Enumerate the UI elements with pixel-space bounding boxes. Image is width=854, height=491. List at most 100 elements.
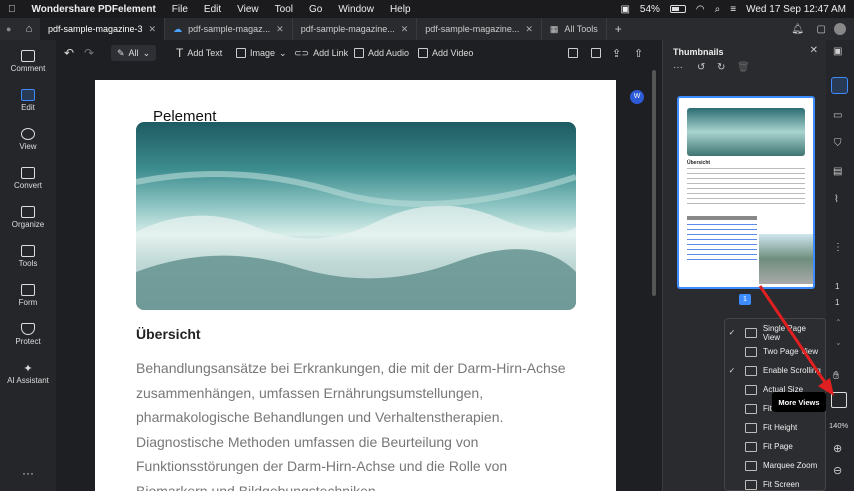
all-label: All [128, 48, 139, 58]
avatar[interactable] [834, 23, 846, 35]
thumb-text [687, 168, 805, 208]
rail-comment[interactable]: Comment [0, 50, 56, 73]
share-icon[interactable]: ⇪ [612, 45, 621, 61]
window-dots-icon[interactable]: ● [6, 24, 18, 34]
ai-badge-icon[interactable]: W [630, 90, 644, 104]
page-current[interactable]: 1 [835, 282, 839, 291]
rail-view[interactable]: View [0, 128, 56, 151]
form-panel-icon[interactable]: ▤ [833, 166, 842, 177]
page-thumbnail[interactable]: Übersicht [677, 96, 815, 289]
rotate-right-icon[interactable]: ↻ [717, 62, 725, 73]
status-icon[interactable]: ▣ [620, 4, 629, 15]
tab-all-tools[interactable]: ▦ All Tools [542, 18, 607, 40]
ai-chat-icon[interactable]: ▣ [833, 46, 842, 57]
upload-icon[interactable]: ⇧ [634, 45, 643, 61]
save-icon[interactable]: ▢ [817, 24, 826, 35]
save-icon[interactable] [568, 45, 578, 61]
rotate-left-icon[interactable]: ↺ [697, 62, 705, 73]
select-all-dropdown[interactable]: ✎ All ⌄ [111, 45, 157, 61]
menu-label: Fit Screen [763, 480, 800, 489]
menu-single-page-view[interactable]: ✓ Single Page View [725, 323, 825, 342]
add-link-button[interactable]: ⊂⊃ Add Link [294, 45, 348, 61]
attachment-icon[interactable]: ⌇ [834, 194, 839, 205]
print-icon[interactable] [591, 45, 601, 61]
chevron-up-icon[interactable]: ⌃ [835, 318, 842, 327]
rail-protect[interactable]: Protect [0, 323, 56, 346]
comment-panel-icon[interactable]: ▭ [833, 110, 842, 121]
menu-label: Marquee Zoom [763, 461, 818, 470]
trash-icon[interactable]: 🗑︎ [737, 62, 750, 73]
add-text-button[interactable]: T Add Text [176, 45, 222, 61]
chevron-down-icon[interactable]: ⌄ [835, 338, 842, 347]
section-title[interactable]: Übersicht [136, 326, 201, 342]
close-icon[interactable]: ✕ [810, 45, 818, 56]
thumbnails-title: Thumbnails [673, 47, 724, 57]
zoom-out-icon[interactable]: ⊖ [833, 464, 842, 477]
tab-pdf-1[interactable]: pdf-sample-magazine-3 ✕ [40, 18, 166, 40]
tab-pdf-4[interactable]: pdf-sample-magazine... ✕ [417, 18, 542, 40]
wifi-icon[interactable]: ◠ [696, 4, 705, 15]
add-audio-button[interactable]: Add Audio [354, 45, 409, 61]
more-views-icon[interactable] [831, 392, 847, 408]
paragraph[interactable]: Behandlungsansätze bei Erkrankungen, die… [136, 356, 606, 491]
zoom-level[interactable]: 140% [829, 421, 848, 430]
menu-marquee-zoom[interactable]: Marquee Zoom [725, 456, 825, 475]
rail-edit[interactable]: Edit [0, 89, 56, 112]
zoom-in-icon[interactable]: ⊕ [833, 442, 842, 455]
thumbnails-panel-icon[interactable] [831, 77, 848, 94]
rail-form[interactable]: Form [0, 284, 56, 307]
image-button[interactable]: Image ⌄ [236, 45, 287, 61]
rail-organize[interactable]: Organize [0, 206, 56, 229]
menu-label: Fit Page [763, 442, 793, 451]
rail-ai-assistant[interactable]: ✦ AI Assistant [0, 362, 56, 385]
wave-image[interactable] [136, 122, 576, 310]
menu-fit-height[interactable]: Fit Height [725, 418, 825, 437]
apple-icon[interactable]:  [0, 4, 24, 15]
menu-fit-screen[interactable]: Fit Screen [725, 475, 825, 491]
menu-help[interactable]: Help [382, 4, 419, 15]
close-icon[interactable]: ✕ [149, 24, 157, 35]
new-tab-button[interactable]: + [607, 22, 630, 36]
tab-pdf-2[interactable]: ☁ pdf-sample-magaz... ✕ [165, 18, 293, 40]
home-icon[interactable]: ⌂ [18, 23, 40, 35]
menu-view[interactable]: View [229, 4, 267, 15]
add-link-label: Add Link [313, 48, 349, 58]
tab-pdf-3[interactable]: pdf-sample-magazine... ✕ [293, 18, 418, 40]
left-rail: Comment Edit View Convert Organize Tools… [0, 40, 56, 491]
rail-convert[interactable]: Convert [0, 167, 56, 190]
actual-size-icon [745, 384, 757, 395]
menu-window[interactable]: Window [330, 4, 382, 15]
more-button[interactable]: ··· [0, 466, 56, 480]
rail-label: Tools [18, 259, 38, 268]
rail-label: Protect [15, 337, 41, 346]
menu-enable-scrolling[interactable]: ✓ Enable Scrolling [725, 361, 825, 380]
more-icon[interactable]: ⋮ [833, 242, 843, 253]
undo-icon[interactable]: ↶ [64, 45, 74, 61]
menu-go[interactable]: Go [301, 4, 330, 15]
bell-icon[interactable]: 🔔︎ [791, 24, 804, 35]
add-video-button[interactable]: Add Video [418, 45, 473, 61]
bookmark-icon[interactable]: ⛉ [834, 138, 842, 149]
rail-label: Convert [13, 181, 42, 190]
menu-fit-page[interactable]: Fit Page [725, 437, 825, 456]
datetime[interactable]: Wed 17 Sep 12:47 AM [746, 4, 846, 15]
rail-tools[interactable]: Tools [0, 245, 56, 268]
wave-image-art [136, 171, 576, 310]
menu-file[interactable]: File [164, 4, 196, 15]
more-options-icon[interactable]: ··· [673, 62, 683, 73]
control-center-icon[interactable]: ≡ [730, 4, 736, 15]
close-icon[interactable]: ✕ [276, 24, 284, 35]
scrollbar[interactable] [652, 70, 656, 296]
app-name[interactable]: Wondershare PDFelement [24, 4, 164, 15]
menu-tool[interactable]: Tool [267, 4, 301, 15]
menu-edit[interactable]: Edit [196, 4, 229, 15]
pen-icon: ✎ [117, 47, 125, 58]
menu-two-page-view[interactable]: Two Page View [725, 342, 825, 361]
close-icon[interactable]: ✕ [401, 24, 409, 35]
battery-icon[interactable] [669, 5, 686, 13]
close-icon[interactable]: ✕ [525, 24, 533, 35]
heading-fragment[interactable]: Pelement [153, 108, 216, 125]
hand-icon[interactable]: ✋︎ [833, 370, 839, 383]
redo-icon[interactable]: ↷ [84, 45, 94, 61]
search-icon[interactable]: ⌕ [715, 4, 721, 15]
